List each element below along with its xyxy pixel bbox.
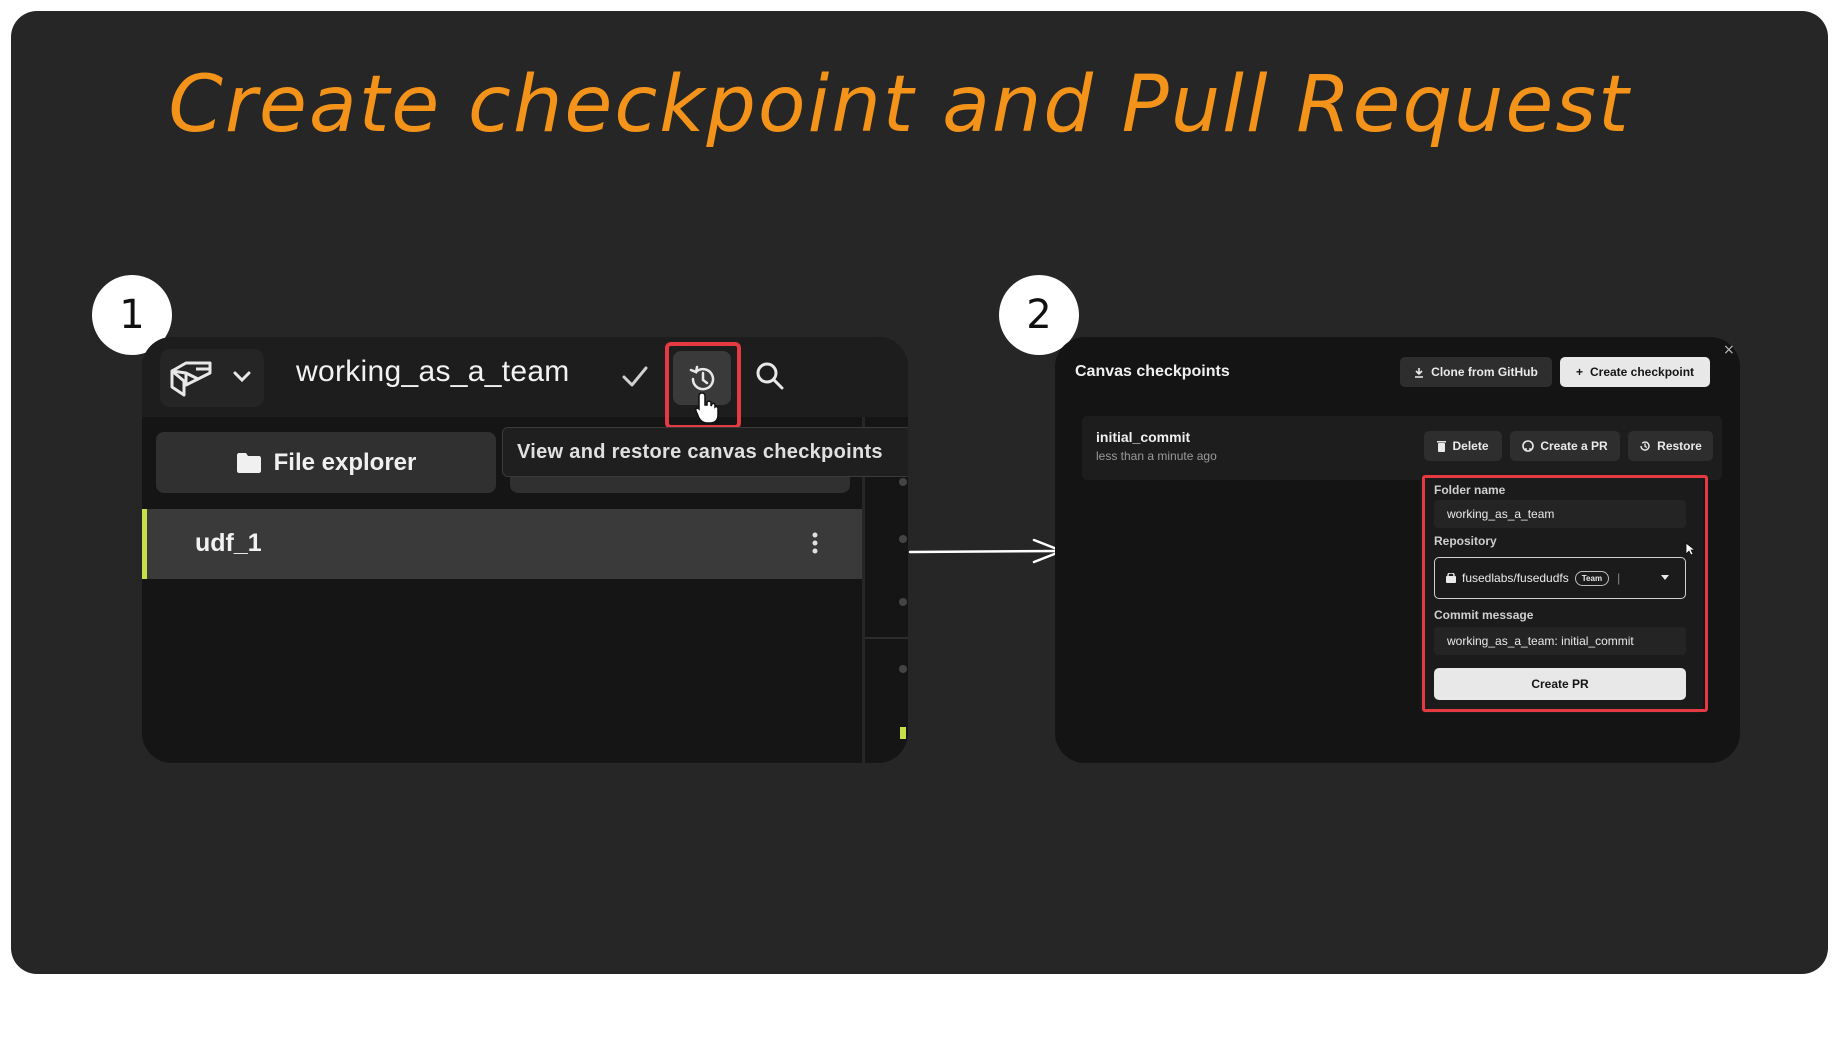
clone-from-github-button[interactable]: Clone from GitHub — [1400, 357, 1552, 387]
workspace-menu-button[interactable] — [160, 349, 264, 407]
folder-icon — [236, 452, 261, 473]
github-icon — [1522, 440, 1535, 452]
create-checkpoint-button[interactable]: + Create checkpoint — [1560, 357, 1710, 387]
edge-handle — [899, 665, 907, 673]
file-explorer-button[interactable]: File explorer — [156, 432, 496, 493]
canvas-title[interactable]: working_as_a_team — [296, 355, 570, 389]
sidebar-header: working_as_a_team — [142, 337, 908, 429]
highlight-box — [1422, 475, 1708, 712]
checkpoint-row: initial_commit less than a minute ago De… — [1082, 416, 1722, 480]
edge-handle — [899, 478, 907, 486]
checkpoints-tooltip: View and restore canvas checkpoints — [502, 427, 908, 477]
headline: Create checkpoint and Pull Request — [168, 60, 1631, 150]
restore-icon — [1640, 441, 1650, 451]
edge-handle — [899, 535, 907, 543]
udf-name: udf_1 — [195, 529, 262, 557]
plus-icon: + — [1575, 365, 1583, 379]
pointer-cursor-icon — [695, 392, 719, 424]
canvas-edge-line — [865, 637, 908, 639]
kebab-menu-icon[interactable] — [811, 531, 819, 555]
create-checkpoint-label: Create checkpoint — [1589, 365, 1695, 379]
create-pr-label: Create a PR — [1540, 439, 1608, 453]
canvas-edge-marker — [900, 727, 906, 739]
fused-logo-icon — [170, 361, 212, 397]
canvas-sidebar-screenshot: working_as_a_team File explorer View and… — [142, 337, 908, 763]
search-icon[interactable] — [754, 360, 786, 392]
arrow-right-icon — [908, 538, 1064, 564]
trash-icon — [1437, 440, 1447, 452]
check-icon[interactable] — [620, 361, 650, 391]
delete-checkpoint-button[interactable]: Delete — [1424, 431, 1502, 461]
dialog-title: Canvas checkpoints — [1075, 363, 1230, 380]
close-icon[interactable]: × — [1723, 342, 1735, 358]
checkpoint-timestamp: less than a minute ago — [1096, 449, 1217, 463]
chevron-down-icon — [233, 371, 251, 383]
delete-label: Delete — [1452, 439, 1489, 453]
restore-checkpoint-button[interactable]: Restore — [1628, 431, 1713, 461]
download-icon — [1415, 367, 1424, 378]
checkpoint-name: initial_commit — [1096, 429, 1191, 445]
arrow-cursor-icon — [1685, 542, 1695, 556]
udf-list-item[interactable]: udf_1 — [142, 509, 862, 579]
create-pr-button[interactable]: Create a PR — [1510, 431, 1620, 461]
edge-handle — [899, 598, 907, 606]
restore-label: Restore — [1657, 439, 1702, 453]
file-explorer-label: File explorer — [273, 448, 417, 476]
clone-label: Clone from GitHub — [1431, 365, 1538, 379]
